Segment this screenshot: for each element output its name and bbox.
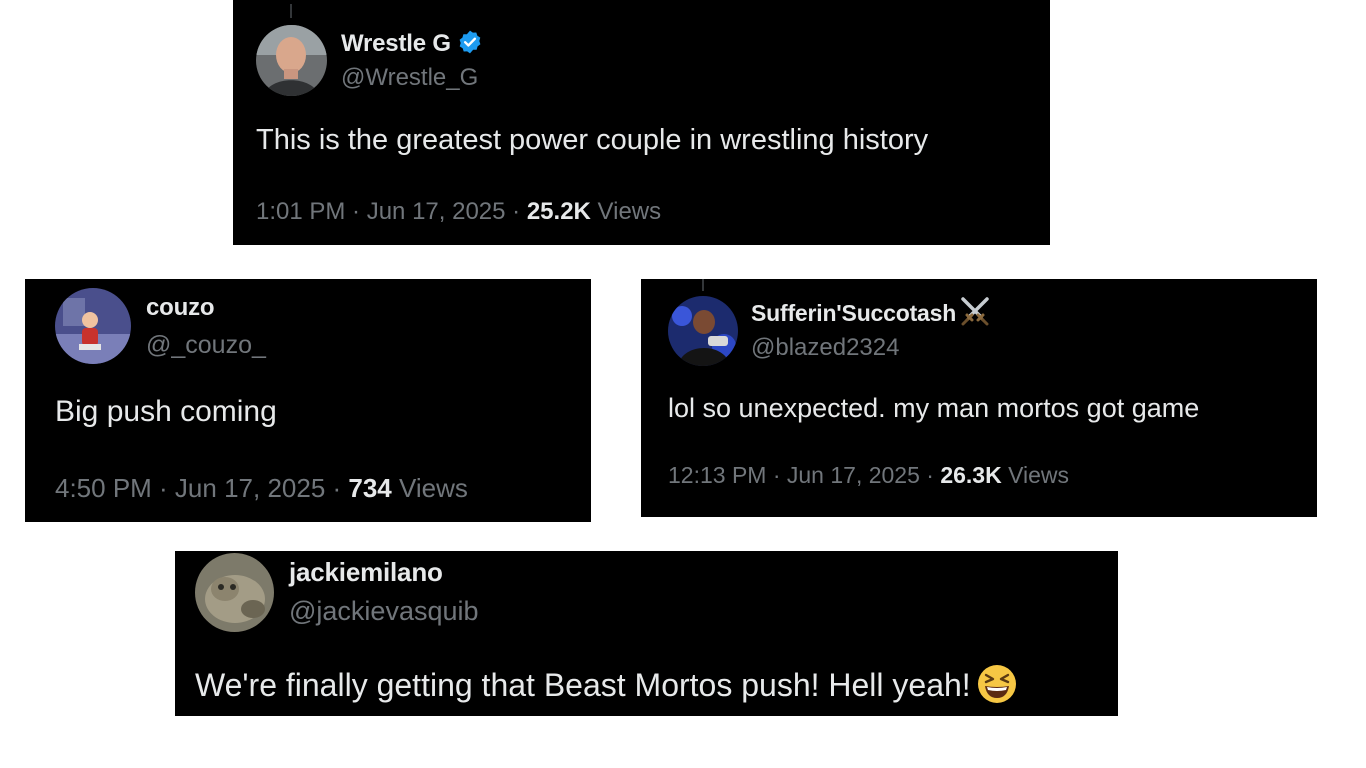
tweet-card-wrestle-g[interactable]: Wrestle G @Wrestle_G This is the greates… (233, 0, 1050, 245)
avatar[interactable] (668, 296, 738, 366)
avatar[interactable] (256, 25, 327, 96)
tweet-text: We're finally getting that Beast Mortos … (195, 667, 971, 703)
tweet-metadata: 1:01 PM · Jun 17, 2025 · 25.2K Views (256, 198, 661, 226)
crossed-swords-icon (959, 296, 991, 331)
display-name[interactable]: Wrestle G (341, 30, 451, 58)
verified-badge-icon (457, 29, 483, 60)
tweet-text-row: We're finally getting that Beast Mortos … (195, 664, 1017, 712)
tweet-card-couzo[interactable]: couzo @_couzo_ Big push coming 4:50 PM ·… (25, 279, 591, 522)
display-name[interactable]: Sufferin'Succotash (751, 300, 956, 327)
views-count: 25.2K (526, 198, 591, 225)
display-name[interactable]: couzo (146, 294, 215, 322)
thread-connector-line (702, 279, 704, 291)
timestamp[interactable]: 4:50 PM · Jun 17, 2025 · (55, 473, 348, 503)
display-name[interactable]: jackiemilano (289, 557, 443, 588)
views-label: Views (1001, 462, 1070, 488)
grinning-squinting-face-icon (977, 664, 1017, 712)
views-label: Views (590, 198, 662, 225)
tweet-text: Big push coming (55, 395, 277, 428)
username-handle[interactable]: @jackievasquib (289, 596, 479, 627)
tweet-card-jackiemilano[interactable]: jackiemilano @jackievasquib We're finall… (175, 551, 1118, 716)
thread-connector-line (290, 4, 292, 18)
views-label: Views (391, 473, 468, 503)
username-handle[interactable]: @blazed2324 (751, 334, 899, 362)
tweet-card-sufferin-succotash[interactable]: Sufferin'Succotash @blazed2324 lol so un… (641, 279, 1317, 517)
username-handle[interactable]: @_couzo_ (146, 331, 266, 360)
views-count: 26.3K (940, 462, 1002, 488)
tweet-metadata: 12:13 PM · Jun 17, 2025 · 26.3K Views (668, 462, 1069, 489)
tweet-text: This is the greatest power couple in wre… (256, 124, 929, 156)
username-handle[interactable]: @Wrestle_G (341, 64, 478, 92)
tweet-text: lol so unexpected. my man mortos got gam… (668, 393, 1200, 423)
avatar[interactable] (195, 553, 274, 632)
timestamp[interactable]: 1:01 PM · Jun 17, 2025 · (256, 198, 527, 225)
tweet-metadata: 4:50 PM · Jun 17, 2025 · 734 Views (55, 473, 468, 504)
timestamp[interactable]: 12:13 PM · Jun 17, 2025 · (668, 462, 940, 488)
views-count: 734 (348, 473, 392, 503)
avatar[interactable] (55, 288, 131, 364)
